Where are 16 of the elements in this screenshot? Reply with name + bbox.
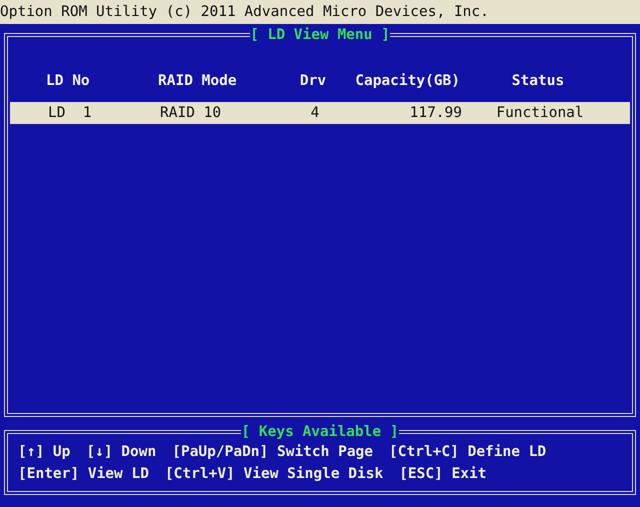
window-title: Option ROM Utility (c) 2011 Advanced Micro Devices, Inc. (0, 0, 640, 24)
key-hint: [↑] Up (18, 444, 70, 460)
column-header: Capacity(GB) (354, 73, 460, 89)
key-hint: [↓] Down (86, 444, 156, 460)
column-header: Drv (298, 73, 328, 89)
panel-title: [ LD View Menu ] (250, 28, 390, 42)
column-header: RAID Mode (158, 73, 238, 89)
table-row[interactable]: LD 1 RAID 10 4 117.99 Functional (10, 102, 630, 124)
column-header: LD No (46, 73, 91, 89)
key-hint: [Enter] View LD (18, 466, 149, 482)
key-hint: [PaUp/PaDn] Switch Page (172, 444, 374, 460)
key-hint: [Ctrl+V] View Single Disk (164, 466, 384, 482)
key-hint: [Ctrl+C] Define LD (389, 444, 546, 460)
column-header: Status (510, 73, 566, 89)
panel-title: [ Keys Available ] (241, 425, 399, 439)
key-hint: [ESC] Exit (399, 466, 487, 482)
